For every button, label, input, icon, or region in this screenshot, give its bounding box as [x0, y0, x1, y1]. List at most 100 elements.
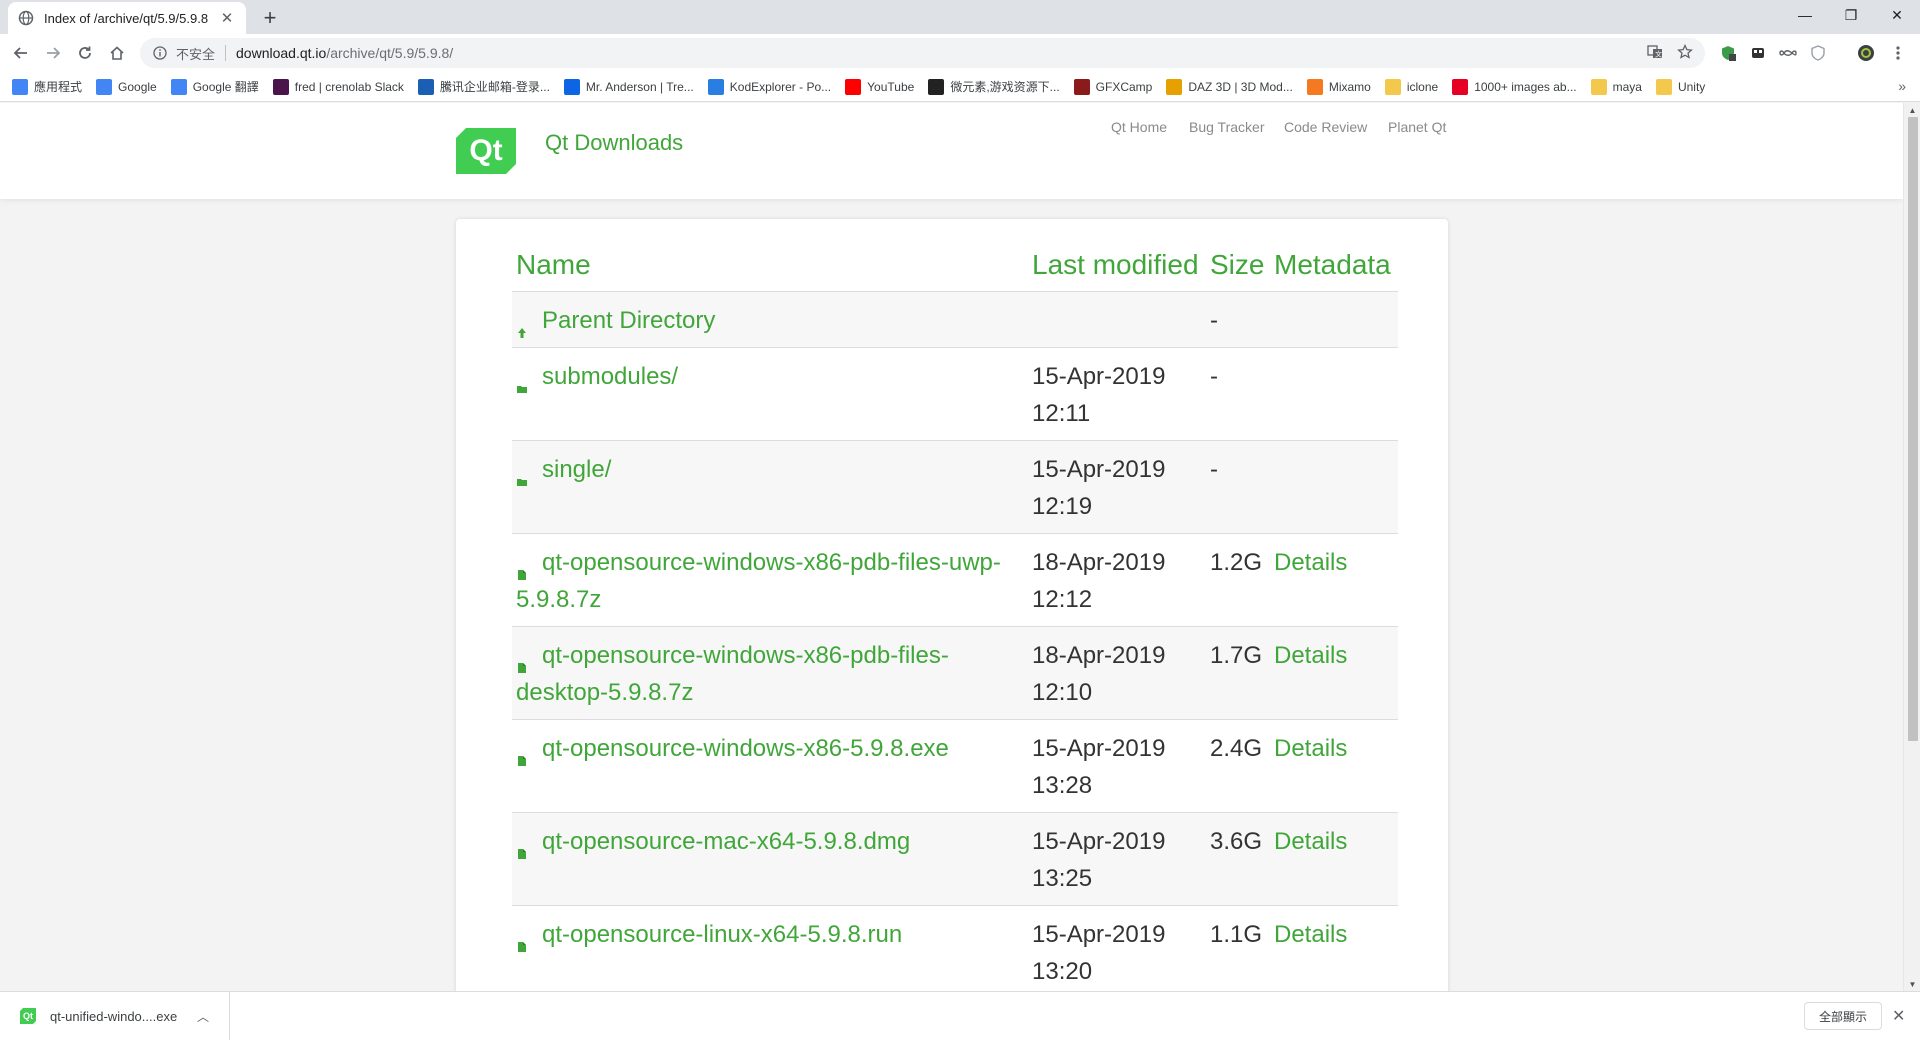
bookmark-item[interactable]: iclone [1384, 78, 1439, 95]
bookmark-label: fred | crenolab Slack [294, 79, 404, 94]
chevron-up-icon[interactable]: ︿ [193, 1008, 213, 1025]
nav-qt-home[interactable]: Qt Home [1111, 119, 1167, 135]
table-row: qt-opensource-windows-x86-5.9.8.exe 15-Ap… [512, 719, 1398, 813]
bookmarks-overflow-button[interactable]: » [1898, 78, 1906, 94]
forward-button[interactable] [40, 40, 66, 66]
google-translate-icon [170, 78, 187, 95]
header-metadata[interactable]: Metadata [1270, 239, 1398, 292]
bookmark-item[interactable]: KodExplorer - Po... [707, 78, 832, 95]
minimize-icon[interactable]: — [1782, 0, 1828, 30]
security-status[interactable]: 不安全 [176, 44, 215, 63]
kodexplorer-icon [707, 78, 724, 95]
table-row: single/15-Apr-2019 12:19 - [512, 440, 1398, 534]
nav-planet-qt[interactable]: Planet Qt [1388, 119, 1446, 135]
bookmark-item[interactable]: 應用程式 [12, 78, 82, 95]
bookmark-item[interactable]: Mixamo [1306, 78, 1371, 95]
file-link[interactable]: single/ [542, 456, 611, 483]
extension-toolbox-icon[interactable] [1749, 44, 1767, 62]
bookmark-label: 騰讯企业邮箱-登录... [439, 80, 550, 94]
file-link[interactable]: qt-opensource-mac-x64-5.9.8.dmg [542, 828, 910, 855]
globe-icon [18, 10, 34, 26]
bookmark-item[interactable]: 1000+ images ab... [1452, 78, 1577, 95]
bookmark-item[interactable]: Unity [1655, 78, 1705, 95]
header-last-modified[interactable]: Last modified [1028, 239, 1206, 292]
last-modified-cell: 15-Apr-2019 12:19 [1028, 440, 1206, 534]
back-button[interactable] [8, 40, 34, 66]
file-icon [516, 741, 528, 767]
file-link[interactable]: qt-opensource-windows-x86-pdb-files-desk… [516, 642, 949, 706]
bookmark-item[interactable]: Google [96, 78, 157, 95]
modified-date: 15-Apr-2019 [1032, 734, 1166, 762]
reload-button[interactable] [72, 40, 98, 66]
bookmark-label: iclone [1406, 79, 1439, 94]
extension-infinity-icon[interactable] [1779, 44, 1797, 62]
folder-icon [1384, 78, 1401, 95]
profile-avatar-icon[interactable] [1857, 44, 1875, 62]
table-row: submodules/15-Apr-2019 12:11 - [512, 347, 1398, 441]
browser-tab[interactable]: Index of /archive/qt/5.9/5.9.8 ✕ [8, 2, 246, 34]
header-size[interactable]: Size [1206, 239, 1270, 292]
menu-dots-icon[interactable] [1889, 44, 1907, 62]
modified-date: 15-Apr-2019 [1032, 827, 1166, 855]
close-shelf-icon[interactable]: ✕ [1892, 1006, 1905, 1026]
modified-time: 12:10 [1032, 678, 1093, 706]
site-title[interactable]: Qt Downloads [545, 130, 683, 156]
file-link[interactable]: submodules/ [542, 363, 678, 390]
nav-bug-tracker[interactable]: Bug Tracker [1189, 119, 1264, 135]
tab-strip: Index of /archive/qt/5.9/5.9.8 ✕ + — ❐ ✕ [0, 0, 1920, 34]
restore-icon[interactable]: ❐ [1828, 0, 1874, 30]
bookmark-item[interactable]: 微元素,游戏资源下... [928, 78, 1060, 95]
download-item[interactable]: Qt qt-unified-windo....exe ︿ [0, 992, 230, 1040]
listing-card: Name Last modified Size Metadata Parent … [456, 219, 1448, 991]
header-name[interactable]: Name [512, 239, 1028, 292]
details-link[interactable]: Details [1274, 921, 1347, 948]
last-modified-cell: 18-Apr-2019 12:12 [1028, 533, 1206, 627]
file-link[interactable]: qt-opensource-linux-x64-5.9.8.run [542, 921, 902, 948]
new-tab-button[interactable]: + [258, 6, 282, 30]
window-close-icon[interactable]: ✕ [1874, 0, 1920, 30]
bookmark-item[interactable]: 騰讯企业邮箱-登录... [417, 78, 550, 95]
translate-icon[interactable]: 文 [1647, 44, 1663, 63]
scroll-thumb[interactable] [1908, 117, 1918, 741]
bookmark-item[interactable]: maya [1590, 78, 1642, 95]
mixamo-icon [1306, 78, 1323, 95]
address-bar[interactable]: 不安全 download.qt.io/archive/qt/5.9/5.9.8/… [140, 38, 1705, 68]
modified-date: 18-Apr-2019 [1032, 641, 1166, 669]
bookmark-item[interactable]: DAZ 3D | 3D Mod... [1166, 78, 1293, 95]
size-cell: 2.4G [1206, 719, 1270, 813]
qt-logo[interactable]: Qt [456, 128, 516, 174]
folder-icon [516, 462, 528, 487]
modified-date: 15-Apr-2019 [1032, 455, 1166, 483]
details-link[interactable]: Details [1274, 735, 1347, 762]
bookmark-label: 應用程式 [34, 80, 83, 94]
bookmark-star-icon[interactable] [1677, 43, 1693, 63]
home-button[interactable] [104, 40, 130, 66]
bookmark-label: Mixamo [1328, 79, 1371, 94]
details-link[interactable]: Details [1274, 828, 1347, 855]
parent-directory-link[interactable]: Parent Directory [542, 307, 715, 334]
extension-badge-icon[interactable] [1809, 44, 1827, 62]
file-link[interactable]: qt-opensource-windows-x86-5.9.8.exe [542, 735, 949, 762]
show-all-downloads-button[interactable]: 全部顯示 [1804, 1002, 1883, 1030]
back-arrow-icon [13, 47, 27, 59]
tab-close-icon[interactable]: ✕ [218, 9, 236, 27]
modified-time: 12:12 [1032, 585, 1093, 613]
extension-shield-icon[interactable] [1719, 44, 1737, 62]
vertical-scrollbar[interactable]: ▲ ▼ [1903, 103, 1920, 991]
file-icon [516, 834, 528, 860]
nav-code-review[interactable]: Code Review [1284, 119, 1367, 135]
info-icon[interactable] [152, 45, 168, 61]
bookmark-item[interactable]: GFXCamp [1073, 78, 1152, 95]
bookmark-item[interactable]: YouTube [845, 78, 914, 95]
bookmark-item[interactable]: Google 翻譯 [170, 78, 259, 95]
scroll-up-icon[interactable]: ▲ [1904, 103, 1920, 117]
bookmark-item[interactable]: fred | crenolab Slack [272, 78, 404, 95]
file-link[interactable]: qt-opensource-windows-x86-pdb-files-uwp-… [516, 549, 1001, 613]
bookmark-label: KodExplorer - Po... [729, 79, 832, 94]
bookmark-label: DAZ 3D | 3D Mod... [1188, 79, 1293, 94]
details-link[interactable]: Details [1274, 549, 1347, 576]
qt-file-icon: Qt [20, 1008, 36, 1024]
scroll-down-icon[interactable]: ▼ [1904, 977, 1920, 991]
details-link[interactable]: Details [1274, 642, 1347, 669]
bookmark-item[interactable]: Mr. Anderson | Tre... [563, 78, 694, 95]
